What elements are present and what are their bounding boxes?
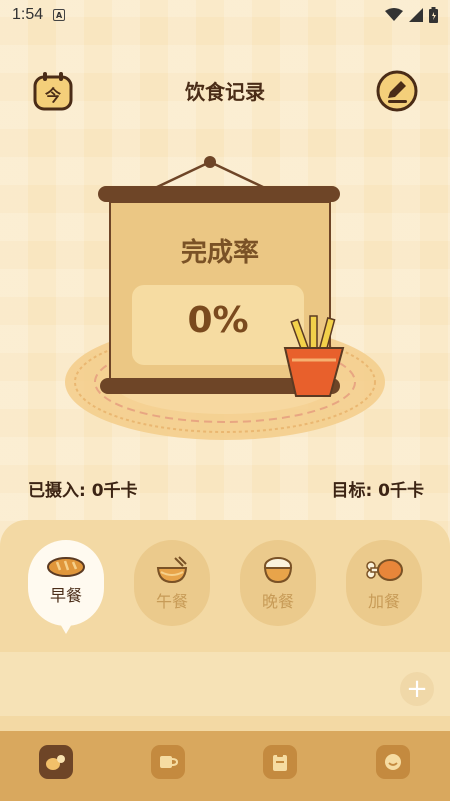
clipboard-icon — [273, 753, 287, 771]
nav-food-record[interactable] — [39, 745, 73, 779]
cup-icon — [160, 756, 178, 768]
meal-tab-label: 午餐 — [155, 592, 188, 611]
signal-icon — [409, 8, 423, 22]
meal-tab-dinner[interactable]: 晚餐 — [240, 540, 316, 626]
meal-tab-label: 晚餐 — [261, 592, 294, 611]
edit-icon — [376, 70, 418, 112]
food-record-icon — [46, 755, 65, 770]
intake-calories: 已摄入: 0千卡 — [28, 481, 138, 501]
tab-pointer — [59, 622, 73, 634]
completion-percent: 0% — [187, 300, 249, 341]
battery-icon — [429, 7, 438, 23]
meal-tab-breakfast[interactable]: 早餐 — [28, 540, 104, 626]
nav-profile[interactable] — [376, 745, 410, 779]
meal-tab-label: 早餐 — [49, 586, 82, 605]
meal-content-area — [0, 652, 450, 716]
target-calories: 目标: 0千卡 — [331, 481, 424, 501]
add-food-button[interactable]: + — [400, 672, 434, 706]
notification-icon: A — [53, 9, 66, 21]
status-bar: 1:54 A — [0, 0, 450, 30]
profile-face-icon — [385, 754, 401, 770]
noodle-bowl-icon — [156, 556, 188, 584]
status-icons — [385, 7, 438, 23]
completion-scroll: 完成率 0% — [60, 150, 390, 450]
edit-button[interactable] — [376, 70, 418, 112]
meal-tab-lunch[interactable]: 午餐 — [134, 540, 210, 626]
completion-label: 完成率 — [180, 238, 259, 268]
nav-plan[interactable] — [263, 745, 297, 779]
nav-drink[interactable] — [151, 745, 185, 779]
meal-tab-label: 加餐 — [367, 592, 400, 611]
wifi-icon — [385, 8, 403, 21]
status-time: 1:54 — [12, 6, 44, 23]
bottom-nav — [0, 731, 450, 801]
rice-bowl-icon — [263, 557, 293, 584]
plus-icon: + — [406, 674, 428, 704]
meal-tab-snack[interactable]: 加餐 — [346, 540, 422, 626]
bread-icon — [47, 557, 85, 577]
chicken-leg-icon — [366, 559, 403, 581]
